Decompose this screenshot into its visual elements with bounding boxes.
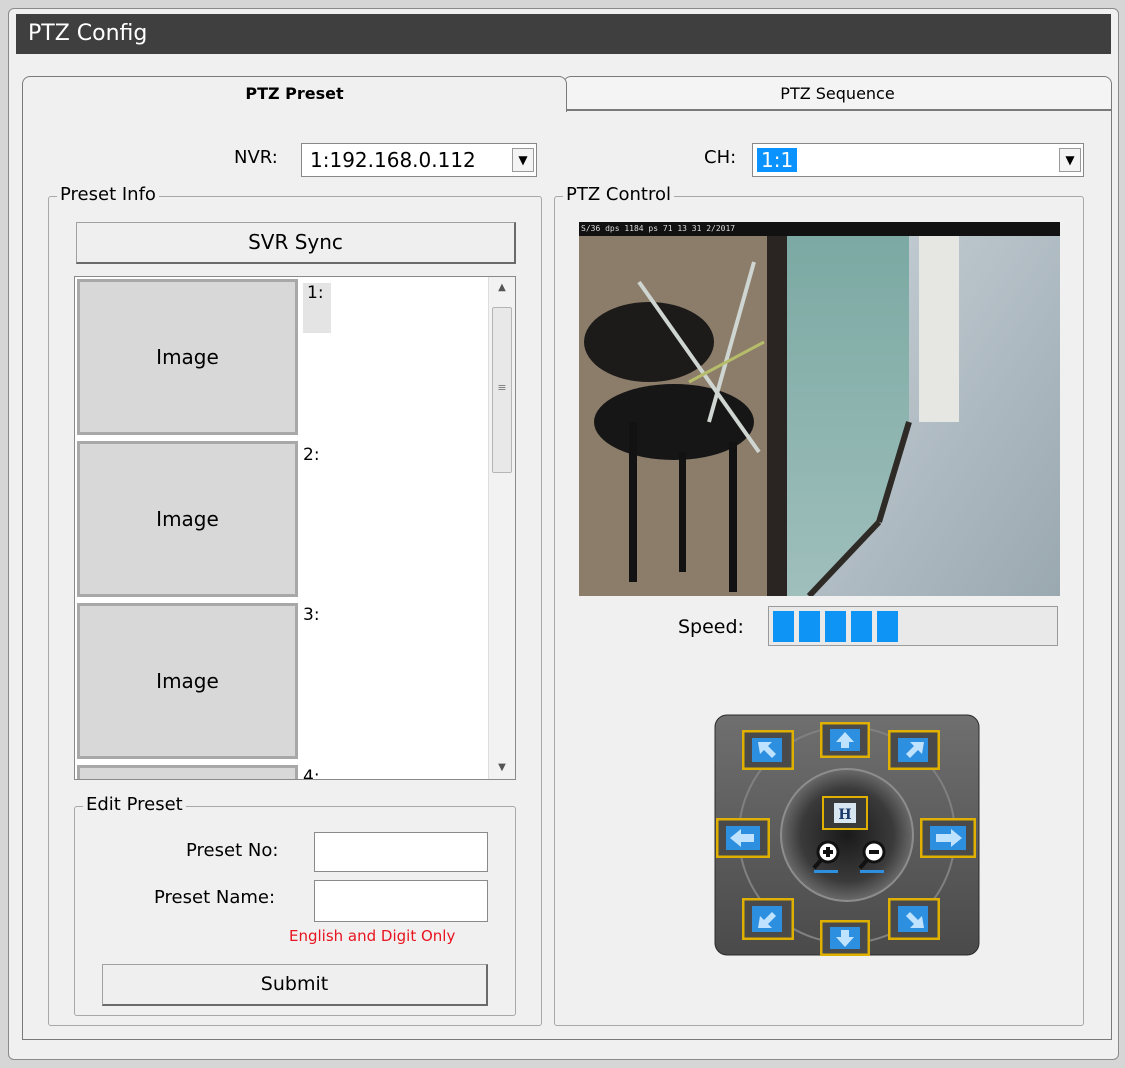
- tilt-down-button[interactable]: [820, 920, 870, 956]
- preset-thumbnail[interactable]: Image: [77, 279, 298, 435]
- pan-down-right-button[interactable]: [888, 898, 940, 940]
- preset-name-hint: English and Digit Only: [289, 927, 456, 945]
- preset-number: 3:: [303, 605, 320, 625]
- svr-sync-button[interactable]: SVR Sync: [76, 222, 516, 264]
- nvr-label: NVR:: [234, 147, 278, 168]
- preset-no-label: Preset No:: [186, 840, 279, 861]
- pan-left-button[interactable]: [716, 818, 770, 858]
- preset-name-label: Preset Name:: [154, 887, 276, 908]
- preset-no-input[interactable]: [314, 832, 488, 872]
- preset-name-input[interactable]: [314, 880, 488, 922]
- camera-osd-text: S/36 dps 1184 ps 71 13 31 2/2017: [579, 222, 1060, 236]
- preset-thumbnail[interactable]: Image: [77, 441, 298, 597]
- pan-right-button[interactable]: [920, 818, 976, 858]
- home-button[interactable]: H: [822, 796, 868, 830]
- speed-slider[interactable]: [768, 606, 1058, 646]
- tab-ptz-sequence[interactable]: PTZ Sequence: [563, 76, 1112, 110]
- preset-number: 2:: [303, 445, 320, 465]
- preset-number: 4:: [303, 767, 320, 780]
- home-label: H: [838, 807, 851, 823]
- pan-down-left-button[interactable]: [742, 898, 794, 940]
- ch-label: CH:: [704, 147, 737, 168]
- speed-segment: [799, 611, 820, 642]
- chevron-down-icon[interactable]: ▼: [512, 148, 534, 172]
- camera-frame-image: [579, 222, 1060, 596]
- speed-label: Speed:: [678, 616, 744, 638]
- preset-thumbnail[interactable]: [77, 765, 298, 779]
- pan-up-left-button[interactable]: [742, 730, 794, 770]
- edit-preset-legend: Edit Preset: [83, 794, 186, 815]
- submit-button[interactable]: Submit: [102, 964, 488, 1006]
- scrollbar-thumb[interactable]: ≡: [492, 307, 512, 473]
- zoom-out-icon[interactable]: [852, 836, 892, 876]
- ch-select[interactable]: 1:1 ▼: [752, 143, 1084, 177]
- pan-up-right-button[interactable]: [888, 730, 940, 770]
- preset-thumbnail[interactable]: Image: [77, 603, 298, 759]
- speed-segment: [851, 611, 872, 642]
- speed-segment: [825, 611, 846, 642]
- speed-segment: [877, 611, 898, 642]
- speed-segment: [773, 611, 794, 642]
- tilt-up-button[interactable]: [820, 722, 870, 758]
- ch-select-value: 1:1: [757, 148, 798, 172]
- zoom-in-icon[interactable]: [806, 836, 846, 876]
- preset-info-legend: Preset Info: [57, 184, 159, 205]
- tab-ptz-preset[interactable]: PTZ Preset: [22, 76, 567, 112]
- scroll-down-icon[interactable]: ▼: [489, 757, 515, 779]
- chevron-down-icon[interactable]: ▼: [1059, 148, 1081, 172]
- window-title: PTZ Config: [16, 14, 1111, 54]
- nvr-select-value: 1:192.168.0.112: [310, 148, 476, 172]
- ptz-control-legend: PTZ Control: [563, 184, 674, 205]
- camera-live-view[interactable]: S/36 dps 1184 ps 71 13 31 2/2017: [579, 222, 1060, 596]
- preset-number: 1:: [303, 283, 331, 333]
- scroll-up-icon[interactable]: ▲: [489, 277, 515, 299]
- nvr-select[interactable]: 1:192.168.0.112 ▼: [301, 143, 537, 177]
- preset-list-scrollbar[interactable]: ▲ ≡ ▼: [488, 277, 515, 779]
- preset-list[interactable]: Image 1: Image 2: Image 3: 4: ▲ ≡ ▼: [74, 276, 516, 780]
